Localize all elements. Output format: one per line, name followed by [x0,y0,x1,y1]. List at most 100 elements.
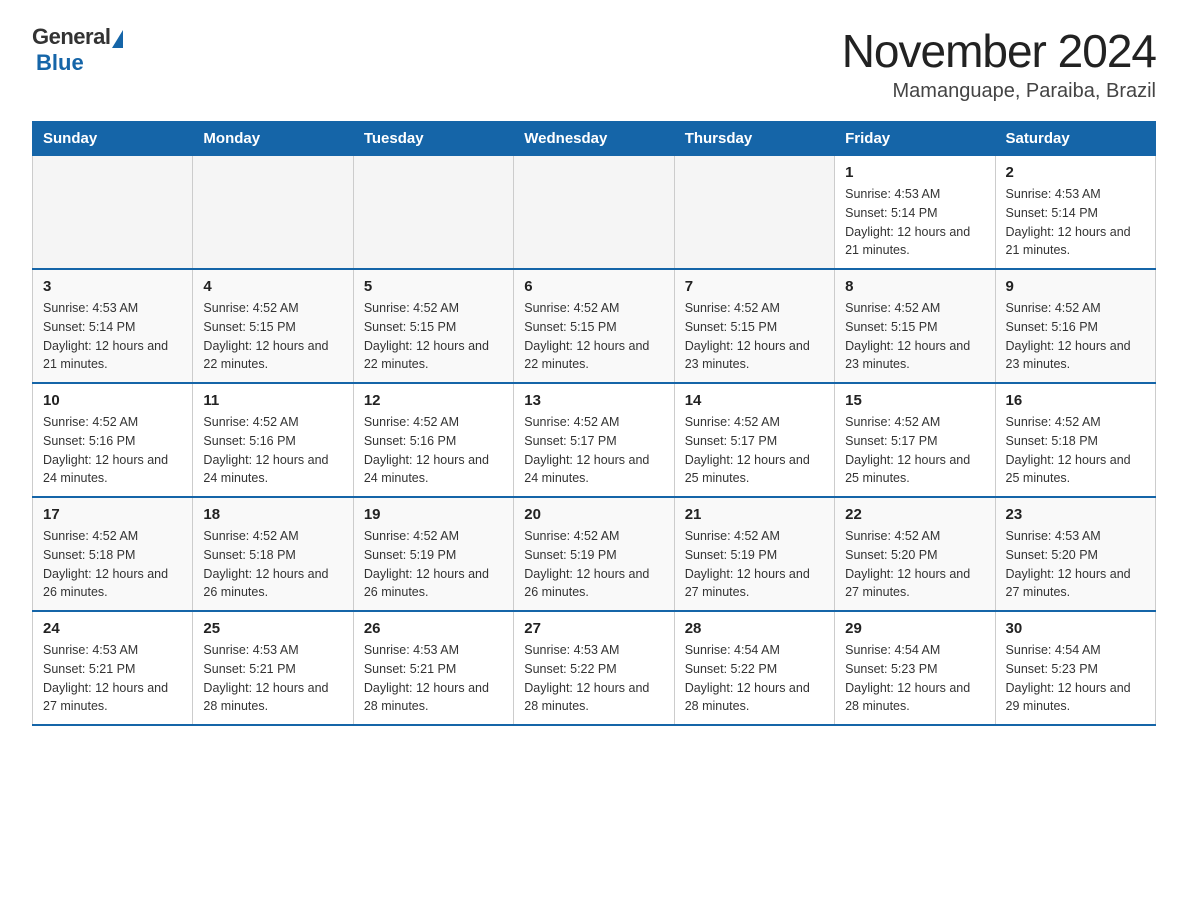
calendar-cell: 30Sunrise: 4:54 AMSunset: 5:23 PMDayligh… [995,611,1155,725]
calendar-cell: 14 Sunrise: 4:52 AMSunset: 5:17 PMDayligh… [674,383,834,497]
day-number: 23 [1006,506,1145,523]
calendar-cell: 5 Sunrise: 4:52 AMSunset: 5:15 PMDaylight… [353,269,513,383]
calendar-week-row: 24 Sunrise: 4:53 AMSunset: 5:21 PMDayligh… [33,611,1156,725]
day-number: 10 [43,392,182,409]
day-number: 9 [1006,278,1145,295]
day-info: Sunrise: 4:52 AMSunset: 5:18 PMDaylight:… [1006,413,1145,488]
calendar-cell [33,156,193,270]
calendar-cell: 26 Sunrise: 4:53 AMSunset: 5:21 PMDayligh… [353,611,513,725]
calendar-week-row: 17 Sunrise: 4:52 AMSunset: 5:18 PMDayligh… [33,497,1156,611]
calendar-cell: 24 Sunrise: 4:53 AMSunset: 5:21 PMDayligh… [33,611,193,725]
calendar-title: November 2024 [842,24,1156,78]
day-info: Sunrise: 4:52 AMSunset: 5:16 PMDaylight:… [203,413,342,488]
day-info: Sunrise: 4:52 AMSunset: 5:18 PMDaylight:… [43,527,182,602]
calendar-body: 1 Sunrise: 4:53 AMSunset: 5:14 PMDaylight… [33,156,1156,726]
day-info: Sunrise: 4:53 AMSunset: 5:14 PMDaylight:… [845,185,984,260]
day-info: Sunrise: 4:53 AMSunset: 5:20 PMDaylight:… [1006,527,1145,602]
calendar-cell: 11 Sunrise: 4:52 AMSunset: 5:16 PMDayligh… [193,383,353,497]
day-info: Sunrise: 4:52 AMSunset: 5:20 PMDaylight:… [845,527,984,602]
col-wednesday: Wednesday [514,122,674,156]
col-friday: Friday [835,122,995,156]
day-number: 22 [845,506,984,523]
day-number: 7 [685,278,824,295]
col-tuesday: Tuesday [353,122,513,156]
title-block: November 2024 Mamanguape, Paraiba, Brazi… [842,24,1156,103]
day-number: 1 [845,164,984,181]
calendar-cell: 1 Sunrise: 4:53 AMSunset: 5:14 PMDaylight… [835,156,995,270]
calendar-subtitle: Mamanguape, Paraiba, Brazil [842,80,1156,103]
day-info: Sunrise: 4:52 AMSunset: 5:15 PMDaylight:… [524,299,663,374]
day-number: 13 [524,392,663,409]
calendar-cell [514,156,674,270]
calendar-cell [353,156,513,270]
day-number: 11 [203,392,342,409]
calendar-week-row: 1 Sunrise: 4:53 AMSunset: 5:14 PMDaylight… [33,156,1156,270]
day-number: 5 [364,278,503,295]
day-number: 26 [364,620,503,637]
day-info: Sunrise: 4:52 AMSunset: 5:15 PMDaylight:… [685,299,824,374]
day-number: 28 [685,620,824,637]
logo: General Blue [32,24,125,76]
day-number: 4 [203,278,342,295]
day-info: Sunrise: 4:53 AMSunset: 5:22 PMDaylight:… [524,641,663,716]
day-info: Sunrise: 4:52 AMSunset: 5:16 PMDaylight:… [364,413,503,488]
calendar-cell: 4Sunrise: 4:52 AMSunset: 5:15 PMDaylight… [193,269,353,383]
calendar-cell: 10 Sunrise: 4:52 AMSunset: 5:16 PMDayligh… [33,383,193,497]
header-row: Sunday Monday Tuesday Wednesday Thursday… [33,122,1156,156]
logo-blue-text: Blue [36,50,84,76]
day-number: 14 [685,392,824,409]
calendar-cell: 6 Sunrise: 4:52 AMSunset: 5:15 PMDaylight… [514,269,674,383]
day-number: 3 [43,278,182,295]
day-number: 25 [203,620,342,637]
day-info: Sunrise: 4:52 AMSunset: 5:15 PMDaylight:… [845,299,984,374]
calendar-cell: 3Sunrise: 4:53 AMSunset: 5:14 PMDaylight… [33,269,193,383]
day-info: Sunrise: 4:52 AMSunset: 5:15 PMDaylight:… [364,299,503,374]
calendar-cell: 17 Sunrise: 4:52 AMSunset: 5:18 PMDayligh… [33,497,193,611]
day-number: 6 [524,278,663,295]
calendar-cell: 28Sunrise: 4:54 AMSunset: 5:22 PMDayligh… [674,611,834,725]
day-number: 15 [845,392,984,409]
calendar-cell: 12 Sunrise: 4:52 AMSunset: 5:16 PMDayligh… [353,383,513,497]
calendar-table: Sunday Monday Tuesday Wednesday Thursday… [32,121,1156,726]
calendar-cell: 15Sunrise: 4:52 AMSunset: 5:17 PMDayligh… [835,383,995,497]
day-number: 18 [203,506,342,523]
day-number: 19 [364,506,503,523]
day-info: Sunrise: 4:53 AMSunset: 5:21 PMDaylight:… [43,641,182,716]
col-saturday: Saturday [995,122,1155,156]
day-number: 30 [1006,620,1145,637]
page-header: General Blue November 2024 Mamanguape, P… [32,24,1156,103]
day-info: Sunrise: 4:54 AMSunset: 5:23 PMDaylight:… [845,641,984,716]
day-info: Sunrise: 4:53 AMSunset: 5:21 PMDaylight:… [364,641,503,716]
col-thursday: Thursday [674,122,834,156]
calendar-cell: 19Sunrise: 4:52 AMSunset: 5:19 PMDayligh… [353,497,513,611]
calendar-cell: 8 Sunrise: 4:52 AMSunset: 5:15 PMDaylight… [835,269,995,383]
calendar-cell: 22 Sunrise: 4:52 AMSunset: 5:20 PMDayligh… [835,497,995,611]
day-info: Sunrise: 4:53 AMSunset: 5:14 PMDaylight:… [1006,185,1145,260]
col-sunday: Sunday [33,122,193,156]
day-info: Sunrise: 4:52 AMSunset: 5:19 PMDaylight:… [524,527,663,602]
calendar-cell: 21 Sunrise: 4:52 AMSunset: 5:19 PMDayligh… [674,497,834,611]
calendar-week-row: 3Sunrise: 4:53 AMSunset: 5:14 PMDaylight… [33,269,1156,383]
day-number: 24 [43,620,182,637]
day-info: Sunrise: 4:52 AMSunset: 5:17 PMDaylight:… [685,413,824,488]
day-number: 12 [364,392,503,409]
day-number: 8 [845,278,984,295]
calendar-cell: 23 Sunrise: 4:53 AMSunset: 5:20 PMDayligh… [995,497,1155,611]
day-number: 29 [845,620,984,637]
calendar-cell: 29 Sunrise: 4:54 AMSunset: 5:23 PMDayligh… [835,611,995,725]
day-info: Sunrise: 4:52 AMSunset: 5:16 PMDaylight:… [43,413,182,488]
day-info: Sunrise: 4:52 AMSunset: 5:19 PMDaylight:… [685,527,824,602]
day-number: 2 [1006,164,1145,181]
day-number: 17 [43,506,182,523]
day-info: Sunrise: 4:53 AMSunset: 5:21 PMDaylight:… [203,641,342,716]
logo-triangle-icon [112,30,123,48]
calendar-cell: 7 Sunrise: 4:52 AMSunset: 5:15 PMDaylight… [674,269,834,383]
day-number: 16 [1006,392,1145,409]
calendar-cell: 13Sunrise: 4:52 AMSunset: 5:17 PMDayligh… [514,383,674,497]
day-number: 21 [685,506,824,523]
logo-general-text: General [32,24,110,50]
calendar-week-row: 10 Sunrise: 4:52 AMSunset: 5:16 PMDayligh… [33,383,1156,497]
calendar-cell: 20Sunrise: 4:52 AMSunset: 5:19 PMDayligh… [514,497,674,611]
day-number: 27 [524,620,663,637]
col-monday: Monday [193,122,353,156]
